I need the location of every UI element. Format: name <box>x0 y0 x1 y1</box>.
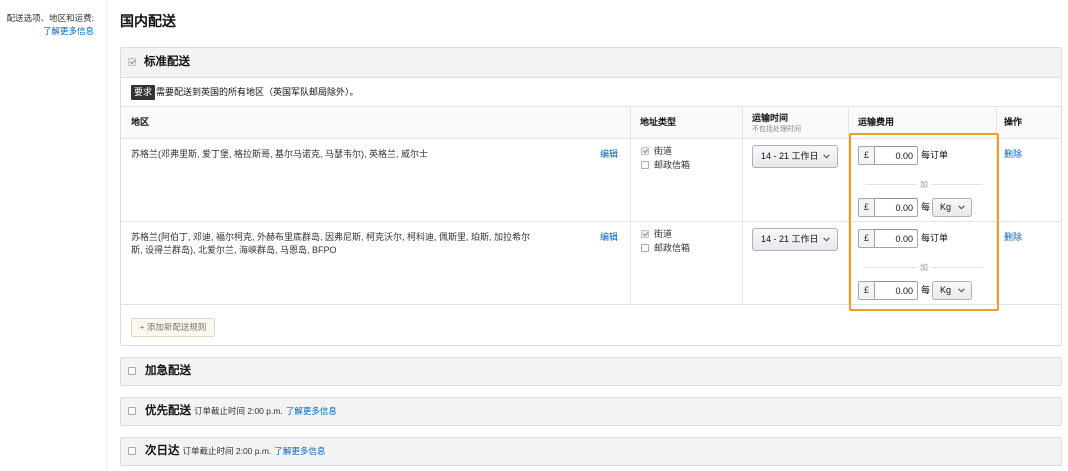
column-divider <box>106 0 107 471</box>
column-header-actions: 操作 <box>1004 117 1023 127</box>
sidebar-label: 配送选项、地区和运费: <box>6 13 94 23</box>
address-type-po-box-checkbox[interactable] <box>641 244 649 252</box>
currency-prefix: £ <box>858 281 875 300</box>
currency-prefix: £ <box>858 146 875 165</box>
per-order-fee-input[interactable] <box>874 229 918 248</box>
address-type-po-box-label: 邮政信箱 <box>654 243 691 253</box>
add-shipping-rule-button[interactable]: + 添加新配送规则 <box>131 318 215 337</box>
address-type-po-box-checkbox[interactable] <box>641 161 649 169</box>
transit-time-dropdown[interactable]: 14 - 21 工作日 <box>752 145 838 168</box>
expedited-shipping-checkbox[interactable] <box>128 367 136 375</box>
per-order-label: 每订单 <box>921 233 949 243</box>
per-unit-label: 每 <box>921 285 931 295</box>
next-day-shipping-header: 次日达 订单截止时间 2:00 p.m. 了解更多信息 <box>145 438 325 465</box>
requirement-badge: 要求 <box>131 85 156 100</box>
priority-cutoff-note: 订单截止时间 2:00 p.m. <box>194 406 283 416</box>
chevron-down-icon <box>958 205 965 210</box>
column-header-region: 地区 <box>131 117 150 127</box>
currency-prefix: £ <box>858 229 875 248</box>
next-day-shipping-title: 次日达 <box>145 445 180 457</box>
per-order-label: 每订单 <box>921 150 949 160</box>
priority-learn-more-link[interactable]: 了解更多信息 <box>286 406 337 416</box>
column-header-address-type: 地址类型 <box>640 117 677 127</box>
region-text: 苏格兰(邓弗里斯, 爱丁堡, 格拉斯哥, 基尔马诺克, 马瑟韦尔), 英格兰, … <box>131 149 429 159</box>
next-day-shipping-panel[interactable]: 次日达 订单截止时间 2:00 p.m. 了解更多信息 <box>120 437 1062 466</box>
address-type-po-box-label: 邮政信箱 <box>654 160 691 170</box>
currency-prefix: £ <box>858 198 875 217</box>
requirement-text: 需要配送到英国的所有地区（英国军队邮局除外）。 <box>156 87 359 97</box>
edit-region-link[interactable]: 编辑 <box>600 231 618 244</box>
separator-line <box>932 267 982 268</box>
address-type-street-label: 街道 <box>654 146 673 156</box>
transit-time-dropdown[interactable]: 14 - 21 工作日 <box>752 228 838 251</box>
address-type-street-checkbox[interactable] <box>641 230 649 238</box>
address-type-street-label: 街道 <box>654 229 673 239</box>
plus-separator: 加 <box>858 261 990 274</box>
column-header-transit-time: 运输时间 <box>752 113 789 123</box>
column-header-shipping-fee: 运输费用 <box>858 117 895 127</box>
weight-unit-value: Kg <box>940 202 952 212</box>
table-row: 苏格兰(阿伯丁, 邓迪, 福尔柯克, 外赫布里底群岛, 因弗尼斯, 柯克沃尔, … <box>121 222 1061 305</box>
chevron-down-icon <box>823 237 830 242</box>
next-day-shipping-checkbox[interactable] <box>128 447 136 455</box>
chevron-down-icon <box>823 154 830 159</box>
separator-line <box>932 184 982 185</box>
priority-shipping-panel[interactable]: 优先配送 订单截止时间 2:00 p.m. 了解更多信息 <box>120 397 1062 426</box>
expedited-shipping-panel[interactable]: 加急配送 <box>120 357 1062 386</box>
next-day-cutoff-note: 订单截止时间 2:00 p.m. <box>182 446 272 456</box>
standard-shipping-checkbox[interactable] <box>128 58 136 66</box>
table-header: 地区 地址类型 运输时间 不包括处理时间 运输费用 操作 <box>121 106 1061 139</box>
next-day-learn-more-link[interactable]: 了解更多信息 <box>274 446 325 456</box>
sidebar: 配送选项、地区和运费: 了解更多信息 <box>0 12 94 38</box>
delete-rule-link[interactable]: 删除 <box>1004 231 1022 244</box>
priority-shipping-header: 优先配送 订单截止时间 2:00 p.m. 了解更多信息 <box>145 398 337 425</box>
transit-time-value: 14 - 21 工作日 <box>761 151 819 161</box>
page-title: 国内配送 <box>120 13 176 29</box>
transit-time-value: 14 - 21 工作日 <box>761 234 819 244</box>
address-type-street-checkbox[interactable] <box>641 147 649 155</box>
edit-region-link[interactable]: 编辑 <box>600 148 618 161</box>
weight-unit-value: Kg <box>940 285 952 295</box>
learn-more-link[interactable]: 了解更多信息 <box>0 25 94 38</box>
per-unit-fee-input[interactable] <box>874 281 918 300</box>
requirement-row: 要求 需要配送到英国的所有地区（英国军队邮局除外）。 <box>121 78 1061 106</box>
chevron-down-icon <box>958 288 965 293</box>
standard-shipping-panel: 标准配送 要求 需要配送到英国的所有地区（英国军队邮局除外）。 地区 地址类型 … <box>120 47 1062 346</box>
checkmark-icon <box>129 58 136 65</box>
expedited-shipping-header: 加急配送 <box>145 358 191 385</box>
checkmark-icon <box>642 230 649 237</box>
delete-rule-link[interactable]: 删除 <box>1004 148 1022 161</box>
expedited-shipping-title: 加急配送 <box>145 365 191 377</box>
standard-shipping-header[interactable]: 标准配送 <box>121 48 1061 78</box>
weight-unit-dropdown[interactable]: Kg <box>932 281 972 300</box>
plus-separator: 加 <box>858 178 990 191</box>
per-order-fee-input[interactable] <box>874 146 918 165</box>
standard-shipping-title: 标准配送 <box>144 56 190 68</box>
checkmark-icon <box>642 147 649 154</box>
weight-unit-dropdown[interactable]: Kg <box>932 198 972 217</box>
per-unit-fee-input[interactable] <box>874 198 918 217</box>
table-row: 苏格兰(邓弗里斯, 爱丁堡, 格拉斯哥, 基尔马诺克, 马瑟韦尔), 英格兰, … <box>121 139 1061 222</box>
per-unit-label: 每 <box>921 202 931 212</box>
priority-shipping-title: 优先配送 <box>145 405 191 417</box>
column-header-transit-time-note: 不包括处理时间 <box>752 126 801 133</box>
region-text: 苏格兰(阿伯丁, 邓迪, 福尔柯克, 外赫布里底群岛, 因弗尼斯, 柯克沃尔, … <box>131 232 531 255</box>
priority-shipping-checkbox[interactable] <box>128 407 136 415</box>
